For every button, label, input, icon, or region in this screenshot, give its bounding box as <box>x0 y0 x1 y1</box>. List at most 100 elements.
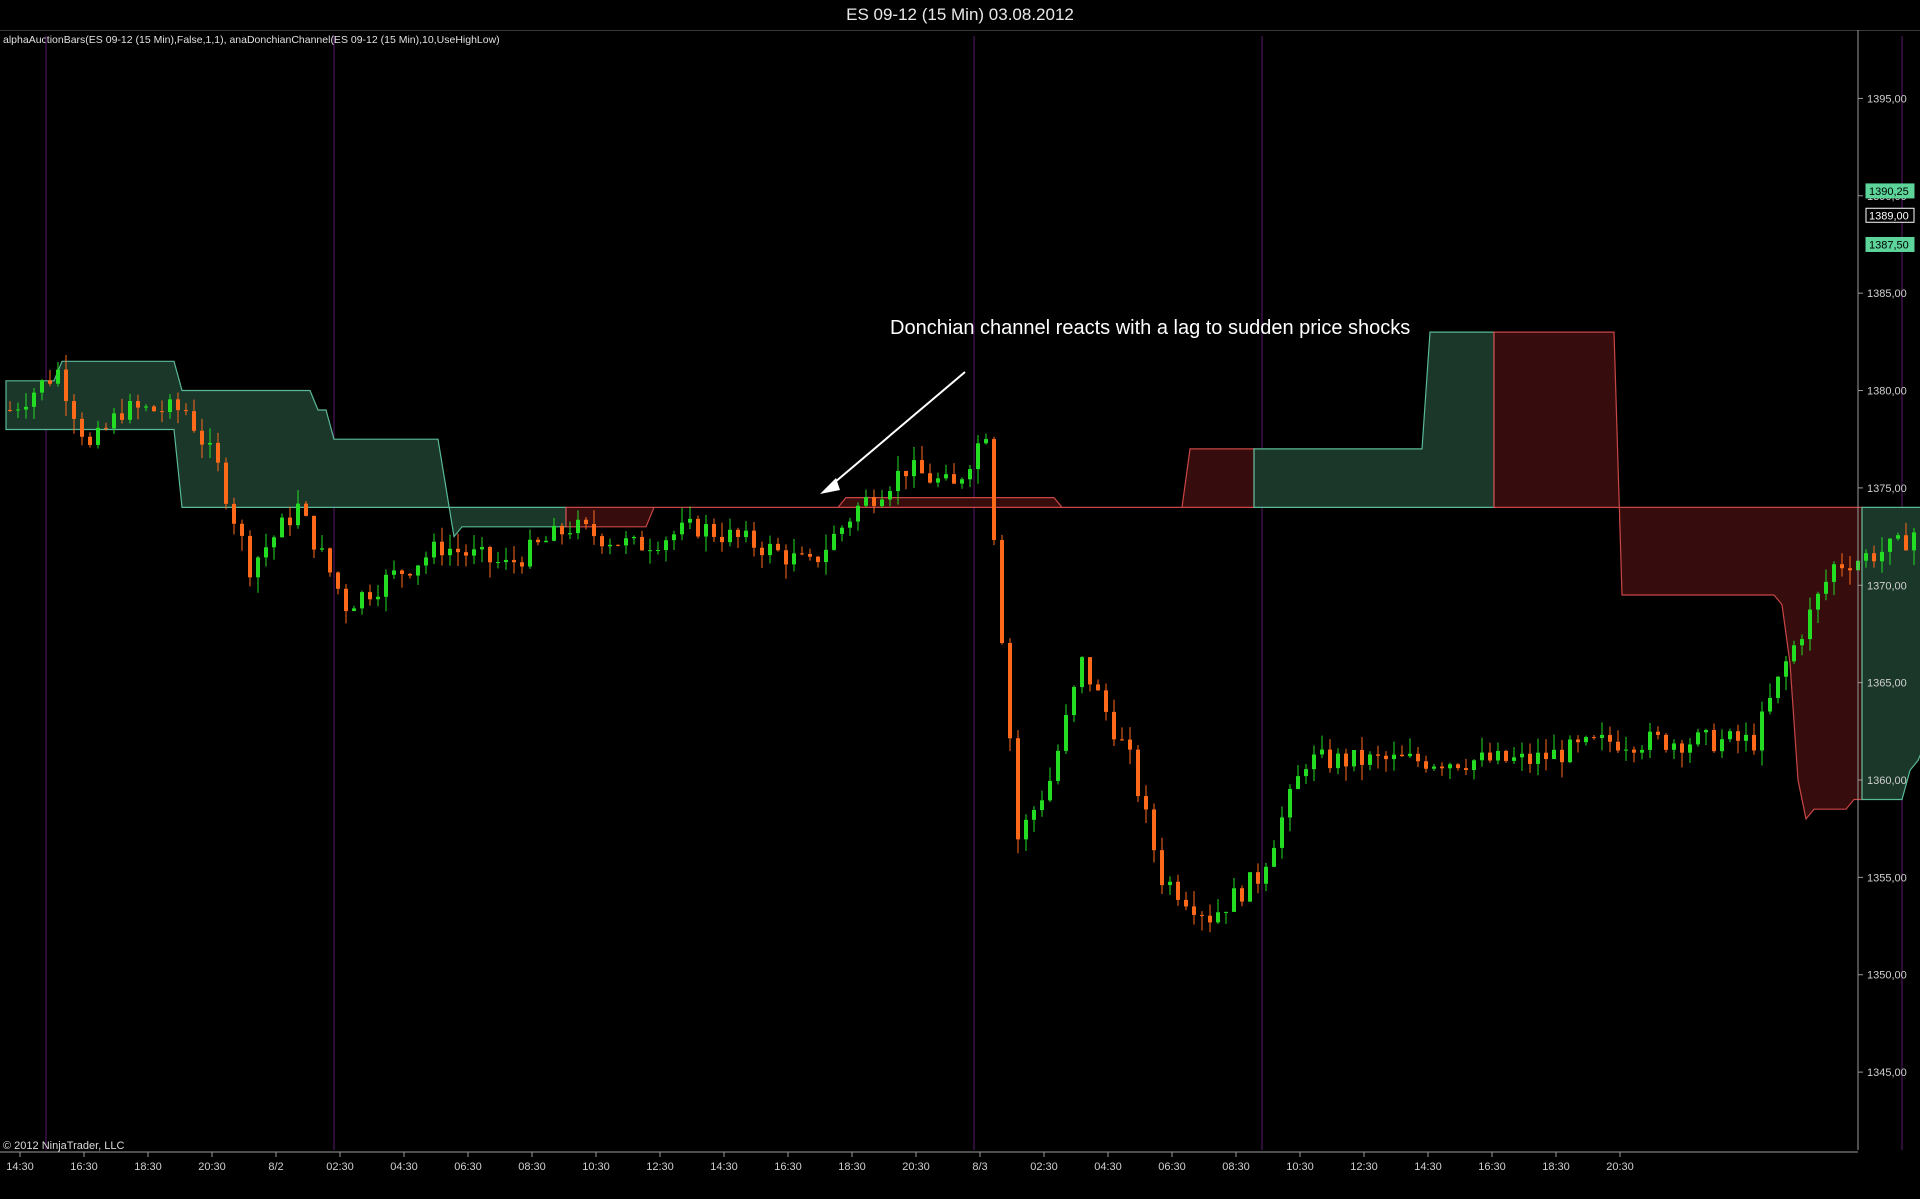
candle-body-19 <box>160 411 164 413</box>
candle-body-171 <box>1376 754 1380 756</box>
candle-body-146 <box>1176 881 1180 900</box>
candle-body-167 <box>1344 753 1348 767</box>
candle-body-72 <box>584 519 588 524</box>
time-tick-label-13: 18:30 <box>838 1161 866 1173</box>
candle-body-98 <box>792 553 796 565</box>
candle-body-225 <box>1808 609 1812 640</box>
candle-body-156 <box>1256 872 1260 884</box>
candle-body-100 <box>808 554 812 557</box>
candle-body-25 <box>208 442 212 445</box>
candle-body-48 <box>392 570 396 575</box>
price-tick-label-6: 1375,00 <box>1867 483 1907 495</box>
candle-body-136 <box>1096 684 1100 691</box>
candle-body-94 <box>760 547 764 556</box>
candle-body-14 <box>120 413 124 420</box>
time-tick-label-11: 14:30 <box>710 1161 738 1173</box>
candle-body-52 <box>424 557 428 566</box>
candle-body-50 <box>408 573 412 576</box>
candle-body-10 <box>88 436 92 445</box>
candle-body-33 <box>272 537 276 548</box>
candle-body-56 <box>456 548 460 553</box>
candle-body-106 <box>856 505 860 522</box>
time-tick-label-9: 10:30 <box>582 1161 610 1173</box>
candle-body-137 <box>1104 690 1108 712</box>
price-tick-label-4: 1365,00 <box>1867 678 1907 690</box>
candle-body-132 <box>1064 715 1068 751</box>
candle-body-226 <box>1816 593 1820 610</box>
candle-body-51 <box>416 565 420 576</box>
candle-body-21 <box>176 399 180 411</box>
candle-body-16 <box>136 401 140 408</box>
candle-body-117 <box>944 474 948 479</box>
candle-body-68 <box>552 525 556 541</box>
candle-body-177 <box>1424 761 1428 769</box>
candle-body-62 <box>504 559 508 563</box>
candle-body-170 <box>1368 754 1372 765</box>
time-tick-label-25: 20:30 <box>1606 1161 1634 1173</box>
candle-body-102 <box>824 549 828 563</box>
candle-body-208 <box>1672 743 1676 750</box>
candle-body-166 <box>1336 753 1340 769</box>
candle-body-70 <box>568 533 572 535</box>
candle-body-125 <box>1008 642 1012 739</box>
time-tick-label-8: 08:30 <box>518 1161 546 1173</box>
candle-body-118 <box>952 474 956 484</box>
candle-body-183 <box>1472 760 1476 770</box>
candle-body-65 <box>528 539 532 567</box>
candle-body-160 <box>1288 788 1292 818</box>
price-marker-label-2: 1387,50 <box>1869 239 1909 251</box>
candle-body-220 <box>1768 697 1772 712</box>
candle-body-134 <box>1080 657 1084 688</box>
candle-body-53 <box>432 541 436 558</box>
candle-body-109 <box>880 499 884 507</box>
candle-body-73 <box>592 523 596 537</box>
candle-body-158 <box>1272 847 1276 867</box>
candle-body-29 <box>240 523 244 536</box>
candle-body-27 <box>224 462 228 504</box>
price-tick-label-5: 1370,00 <box>1867 580 1907 592</box>
candle-body-74 <box>600 536 604 547</box>
candle-body-219 <box>1760 711 1764 751</box>
candle-body-63 <box>512 559 516 563</box>
candle-body-154 <box>1240 888 1244 902</box>
candle-body-217 <box>1744 734 1748 741</box>
candle-body-1 <box>16 409 20 411</box>
time-tick-label-0: 14:30 <box>6 1161 34 1173</box>
candle-body-8 <box>72 401 76 419</box>
candle-body-129 <box>1040 800 1044 811</box>
candle-body-40 <box>328 548 332 573</box>
candle-body-84 <box>680 522 684 535</box>
donchian-band-2 <box>1253 331 1495 508</box>
candle-body-37 <box>304 503 308 516</box>
candle-body-11 <box>96 427 100 445</box>
candle-body-161 <box>1296 776 1300 789</box>
candle-body-58 <box>472 549 476 556</box>
price-tick-label-0: 1345,00 <box>1867 1067 1907 1079</box>
price-tick-label-2: 1355,00 <box>1867 872 1907 884</box>
candle-body-204 <box>1640 749 1644 753</box>
time-tick-label-5: 02:30 <box>326 1161 354 1173</box>
candle-body-142 <box>1144 796 1148 810</box>
time-tick-label-4: 8/2 <box>268 1161 283 1173</box>
candle-body-130 <box>1048 780 1052 801</box>
candle-body-227 <box>1824 581 1828 594</box>
candle-body-91 <box>736 529 740 538</box>
price-chart[interactable]: 1345,00 1350,00 1355,00 1360,00 1365,00 1370,… <box>0 0 1920 1199</box>
candle-body-57 <box>464 552 468 556</box>
candle-body-36 <box>296 503 300 526</box>
candle-body-164 <box>1320 749 1324 755</box>
candle-body-123 <box>992 439 996 541</box>
candle-body-20 <box>168 399 172 413</box>
candle-body-223 <box>1792 645 1796 662</box>
candle-body-86 <box>696 518 700 537</box>
candle-body-206 <box>1656 731 1660 735</box>
candle-body-189 <box>1520 753 1524 758</box>
candle-body-95 <box>768 543 772 556</box>
candle-body-82 <box>664 540 668 551</box>
candle-body-26 <box>216 442 220 463</box>
candle-body-215 <box>1728 731 1732 740</box>
candle-body-237 <box>1904 535 1908 551</box>
candle-body-178 <box>1432 766 1436 769</box>
price-marker-label-0: 1390,25 <box>1869 186 1909 198</box>
candle-body-157 <box>1264 866 1268 884</box>
